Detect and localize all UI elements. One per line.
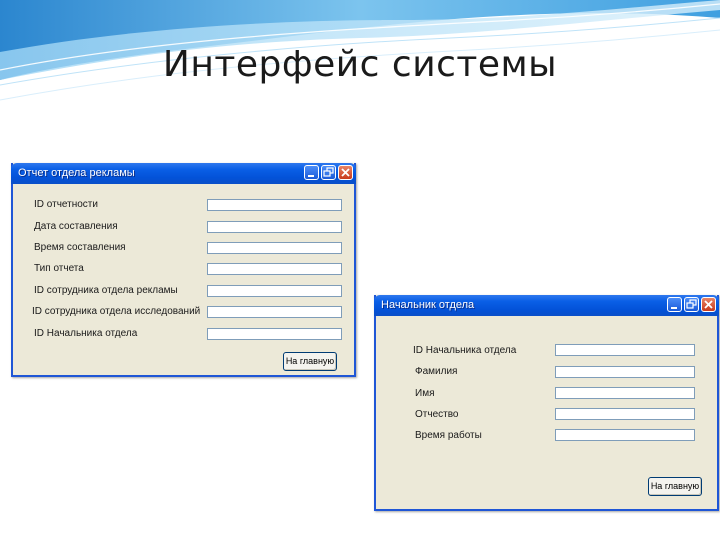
research-employee-id-input[interactable] (207, 306, 342, 318)
restore-icon (323, 167, 334, 177)
minimize-button[interactable] (304, 165, 319, 180)
window-ad-report: Отчет отдела рекламы ID отчетности Дата … (11, 163, 356, 377)
field-label-surname: Фамилия (415, 366, 458, 377)
ad-employee-id-input[interactable] (207, 285, 342, 297)
head-id-input[interactable] (207, 328, 342, 340)
close-button[interactable] (701, 297, 716, 312)
field-label-name: Имя (415, 388, 435, 399)
field-label-head-id: ID Начальника отдела (34, 328, 138, 339)
field-label-research-employee-id: ID сотрудника отдела исследований (32, 306, 201, 317)
window-department-head: Начальник отдела ID Начальника отдела Фа… (374, 295, 719, 511)
close-icon (341, 168, 350, 177)
report-id-input[interactable] (207, 199, 342, 211)
field-label-report-type: Тип отчета (34, 263, 84, 274)
field-label-time: Время составления (34, 242, 126, 253)
home-button[interactable]: На главную (648, 477, 702, 496)
work-time-input[interactable] (555, 429, 695, 441)
time-input[interactable] (207, 242, 342, 254)
field-label-ad-employee-id: ID сотрудника отдела рекламы (34, 285, 178, 296)
patronymic-input[interactable] (555, 408, 695, 420)
window-title: Начальник отдела (381, 299, 475, 311)
window-titlebar[interactable]: Отчет отдела рекламы (11, 163, 356, 184)
report-type-input[interactable] (207, 263, 342, 275)
surname-input[interactable] (555, 366, 695, 378)
restore-button[interactable] (684, 297, 699, 312)
head-id-input[interactable] (555, 344, 695, 356)
slide-title: Интерфейс системы (162, 44, 558, 85)
minimize-icon (671, 307, 677, 309)
field-label-date: Дата составления (34, 221, 118, 232)
window-title: Отчет отдела рекламы (18, 167, 135, 179)
field-label-report-id: ID отчетности (34, 199, 98, 210)
minimize-button[interactable] (667, 297, 682, 312)
close-button[interactable] (338, 165, 353, 180)
field-label-patronymic: Отчество (415, 409, 459, 420)
field-label-head-id: ID Начальника отдела (413, 345, 517, 356)
name-input[interactable] (555, 387, 695, 399)
minimize-icon (308, 175, 314, 177)
home-button[interactable]: На главную (283, 352, 337, 371)
date-input[interactable] (207, 221, 342, 233)
field-label-work-time: Время работы (415, 430, 482, 441)
restore-button[interactable] (321, 165, 336, 180)
restore-icon (686, 299, 697, 309)
close-icon (704, 300, 713, 309)
window-titlebar[interactable]: Начальник отдела (374, 295, 719, 316)
